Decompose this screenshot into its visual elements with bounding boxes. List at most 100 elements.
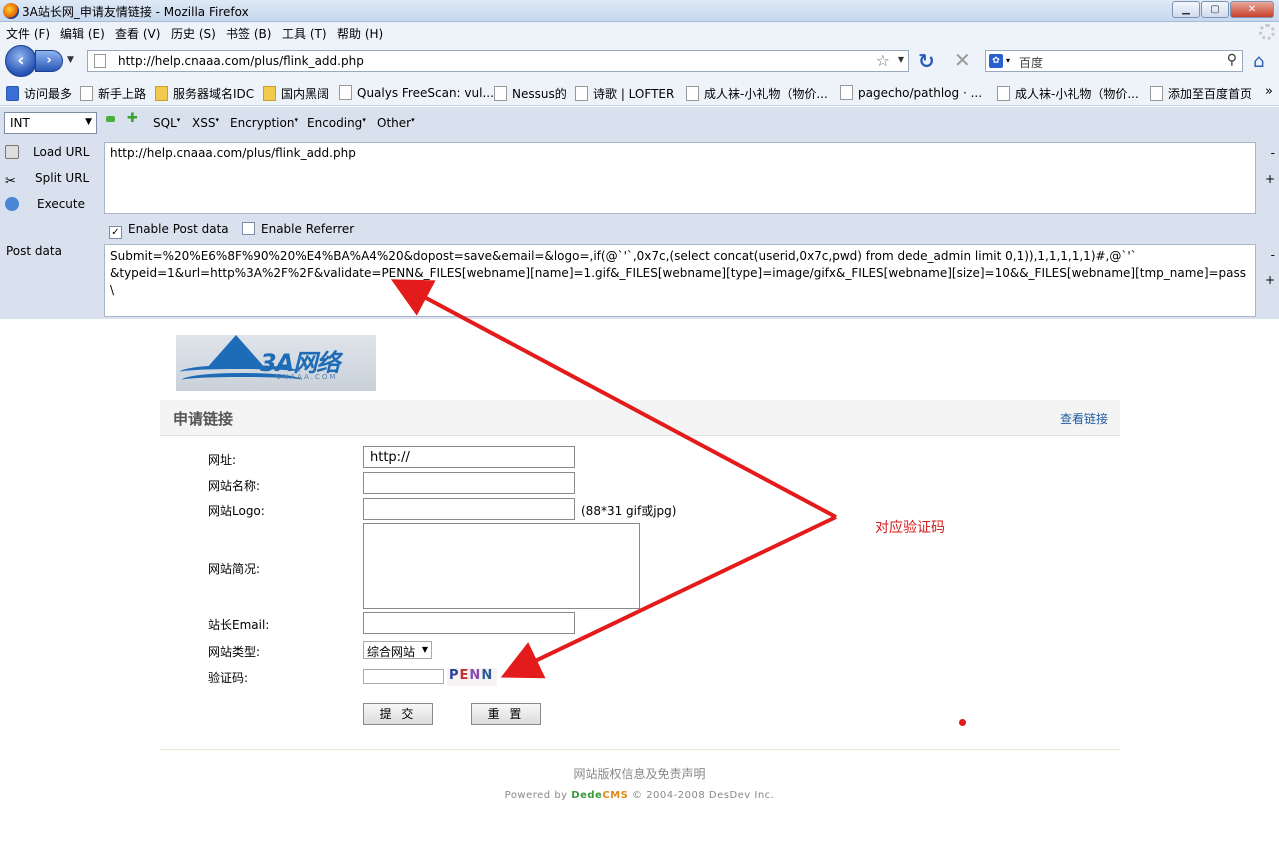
url-collapse-button[interactable]: - bbox=[1271, 146, 1275, 160]
enable-referrer-checkbox[interactable]: Enable Referrer bbox=[242, 222, 354, 236]
search-input[interactable]: 百度 bbox=[1019, 54, 1043, 71]
page-icon bbox=[686, 86, 699, 101]
bookmarks-toolbar: 访问最多 新手上路 服务器域名IDC 国内黑阔 Qualys FreeScan:… bbox=[0, 80, 1279, 106]
bookmark-item[interactable]: Nessus的 bbox=[494, 85, 567, 102]
annotation-dot bbox=[959, 719, 966, 726]
site-name-label: 网站名称: bbox=[208, 479, 261, 493]
reload-icon[interactable]: ↻ bbox=[918, 49, 935, 73]
site-description-textarea[interactable] bbox=[363, 523, 640, 609]
stop-icon[interactable]: ✕ bbox=[954, 48, 971, 72]
site-type-label: 网站类型: bbox=[208, 645, 261, 659]
page-icon bbox=[80, 86, 93, 101]
address-url[interactable]: http://help.cnaaa.com/plus/flink_add.php bbox=[118, 54, 364, 68]
site-logo[interactable]: 3A网络 CNAAA.COM bbox=[176, 335, 376, 391]
url-dropdown-icon[interactable]: ▼ bbox=[898, 55, 904, 64]
footer-divider bbox=[160, 749, 1120, 750]
site-logo-input[interactable] bbox=[363, 498, 575, 520]
bookmark-item[interactable]: 服务器域名IDC bbox=[155, 85, 254, 102]
load-url-button[interactable]: Load URL bbox=[0, 145, 89, 159]
site-type-select[interactable]: 综合网站 ▼ bbox=[363, 641, 432, 659]
bookmark-item[interactable]: 国内黑阔 bbox=[263, 85, 329, 102]
email-input[interactable] bbox=[363, 612, 575, 634]
hackbar-panel: INT ▼ ✚ SQL▾ XSS▾ Encryption▾ Encoding▾ O… bbox=[0, 107, 1279, 319]
minimize-button[interactable]: ▁ bbox=[1172, 1, 1200, 18]
search-box[interactable]: ✿ ▾ 百度 ⚲ bbox=[985, 50, 1243, 72]
post-collapse-button[interactable]: - bbox=[1271, 248, 1275, 262]
footer-copyright-link[interactable]: 网站版权信息及免责声明 bbox=[0, 765, 1279, 782]
bookmark-item[interactable]: 新手上路 bbox=[80, 85, 146, 102]
page-icon bbox=[339, 85, 352, 100]
menu-edit[interactable]: 编辑 (E) bbox=[60, 25, 105, 42]
search-icon[interactable]: ⚲ bbox=[1227, 52, 1237, 68]
folder-icon bbox=[155, 86, 168, 101]
view-links-link[interactable]: 查看链接 bbox=[1060, 410, 1108, 427]
folder-icon bbox=[263, 86, 276, 101]
bookmark-item[interactable]: 访问最多 bbox=[6, 85, 72, 102]
hackbar-menu-xss[interactable]: XSS▾ bbox=[192, 116, 219, 130]
page-icon bbox=[575, 86, 588, 101]
load-url-icon bbox=[5, 145, 19, 159]
page-icon bbox=[94, 54, 106, 68]
forward-button[interactable]: › bbox=[35, 50, 63, 72]
bookmark-item[interactable]: Qualys FreeScan: vul... bbox=[339, 85, 494, 100]
page-icon bbox=[840, 85, 853, 100]
enable-post-checkbox[interactable]: ✓ Enable Post data bbox=[109, 222, 229, 239]
post-expand-button[interactable]: + bbox=[1265, 273, 1275, 287]
navigation-toolbar: ‹ › ▼ http://help.cnaaa.com/plus/flink_a… bbox=[0, 42, 1279, 80]
hackbar-type-select[interactable]: INT ▼ bbox=[4, 112, 97, 134]
scissors-icon: ✂ bbox=[5, 174, 16, 189]
url-expand-button[interactable]: + bbox=[1265, 172, 1275, 186]
hackbar-menu-other[interactable]: Other▾ bbox=[377, 116, 415, 130]
hackbar-menu-sql[interactable]: SQL▾ bbox=[153, 116, 180, 130]
post-data-textarea[interactable]: Submit=%20%E6%8F%90%20%E4%BA%A4%20&dopos… bbox=[104, 244, 1256, 317]
engine-dropdown-icon[interactable]: ▾ bbox=[1006, 56, 1010, 65]
captcha-input[interactable] bbox=[363, 669, 444, 684]
close-button[interactable]: ✕ bbox=[1230, 1, 1274, 18]
bookmark-item[interactable]: pagecho/pathlog · ... bbox=[840, 85, 982, 100]
bookmarks-overflow-button[interactable]: » bbox=[1265, 84, 1273, 99]
page-icon bbox=[494, 86, 507, 101]
captcha-image[interactable]: PENN bbox=[447, 668, 497, 686]
bookmark-item[interactable]: 诗歌 | LOFTER bbox=[575, 85, 674, 102]
section-header: 申请链接 查看链接 bbox=[160, 400, 1120, 436]
menu-history[interactable]: 历史 (S) bbox=[171, 25, 216, 42]
submit-button[interactable]: 提 交 bbox=[363, 703, 433, 725]
address-bar[interactable]: http://help.cnaaa.com/plus/flink_add.php… bbox=[87, 50, 909, 72]
menu-file[interactable]: 文件 (F) bbox=[6, 25, 50, 42]
bookmark-item[interactable]: 成人袜-小礼物（物价... bbox=[686, 85, 828, 102]
site-name-input[interactable] bbox=[363, 472, 575, 494]
menu-view[interactable]: 查看 (V) bbox=[115, 25, 160, 42]
bookmark-star-icon[interactable]: ☆ bbox=[876, 51, 890, 70]
site-description-label: 网站简况: bbox=[208, 562, 261, 576]
increase-icon[interactable]: ✚ bbox=[127, 112, 138, 125]
baidu-engine-icon[interactable]: ✿ bbox=[989, 54, 1003, 68]
page-icon bbox=[1150, 86, 1163, 101]
back-button[interactable]: ‹ bbox=[5, 45, 37, 77]
history-dropdown-icon[interactable]: ▼ bbox=[67, 55, 74, 65]
decrease-icon[interactable] bbox=[106, 116, 115, 122]
url-label: 网址: bbox=[208, 453, 237, 467]
hackbar-menu-encryption[interactable]: Encryption▾ bbox=[230, 116, 298, 130]
bookmark-item[interactable]: 添加至百度首页 bbox=[1150, 85, 1252, 102]
split-url-button[interactable]: ✂ Split URL bbox=[0, 171, 89, 189]
reset-button[interactable]: 重 置 bbox=[471, 703, 541, 725]
site-logo-label: 网站Logo: bbox=[208, 504, 265, 518]
hackbar-menu-encoding[interactable]: Encoding▾ bbox=[307, 116, 366, 130]
post-data-label: Post data bbox=[6, 244, 62, 258]
chevron-down-icon: ▼ bbox=[85, 117, 92, 127]
page-icon bbox=[997, 86, 1010, 101]
logo-size-hint: (88*31 gif或jpg) bbox=[581, 504, 677, 518]
maximize-button[interactable]: ▢ bbox=[1201, 1, 1229, 18]
window-title: 3A站长网_申请友情链接 - Mozilla Firefox bbox=[22, 5, 249, 19]
most-visited-icon bbox=[6, 86, 19, 101]
execute-button[interactable]: Execute bbox=[0, 197, 85, 211]
site-url-input[interactable]: http:// bbox=[363, 446, 575, 468]
annotation-label: 对应验证码 bbox=[875, 520, 945, 536]
menu-help[interactable]: 帮助 (H) bbox=[337, 25, 383, 42]
home-icon[interactable]: ⌂ bbox=[1253, 51, 1264, 72]
menu-tools[interactable]: 工具 (T) bbox=[282, 25, 327, 42]
menu-bookmarks[interactable]: 书签 (B) bbox=[226, 25, 271, 42]
throbber-icon bbox=[1259, 24, 1275, 40]
hackbar-url-textarea[interactable]: http://help.cnaaa.com/plus/flink_add.php bbox=[104, 142, 1256, 214]
bookmark-item[interactable]: 成人袜-小礼物（物价... bbox=[997, 85, 1139, 102]
